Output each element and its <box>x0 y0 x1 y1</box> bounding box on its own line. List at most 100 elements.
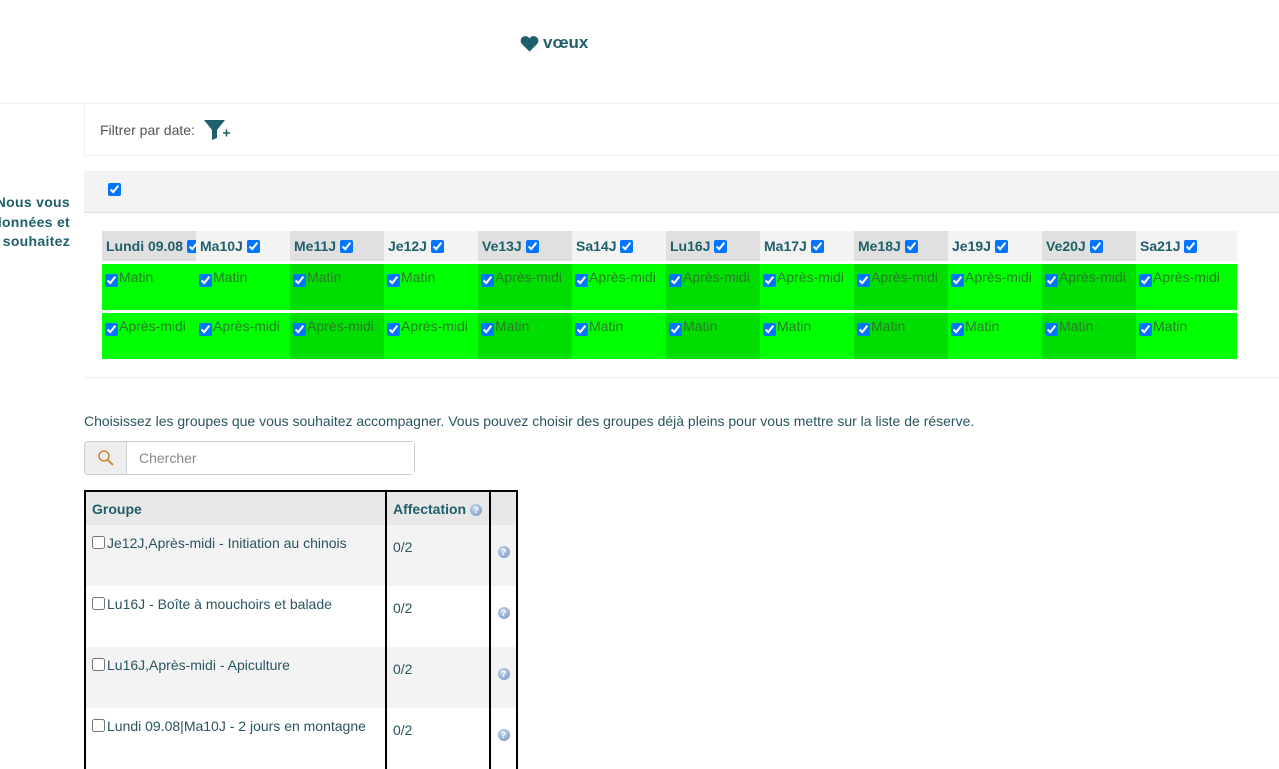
slot-checkbox[interactable] <box>669 274 682 287</box>
groups-description: Choisissez les groupes que vous souhaite… <box>84 413 975 429</box>
time-slot[interactable]: Matin <box>666 313 767 359</box>
help-icon[interactable]: ? <box>497 607 510 620</box>
time-slot[interactable]: Matin <box>196 264 297 310</box>
day-checkbox[interactable] <box>810 239 824 253</box>
group-cell: Lu16J,Après-midi - Apiculture <box>84 647 387 708</box>
group-cell: Lundi 09.08|Ma10J - 2 jours en montagne <box>84 708 387 769</box>
slot-checkbox[interactable] <box>481 323 494 336</box>
slot-checkbox[interactable] <box>669 323 682 336</box>
slot-checkbox[interactable] <box>575 323 588 336</box>
slot-checkbox[interactable] <box>1045 323 1058 336</box>
time-slot[interactable]: Matin <box>478 313 579 359</box>
day-checkbox[interactable] <box>714 239 728 253</box>
slot-checkbox[interactable] <box>105 323 118 336</box>
day-checkbox[interactable] <box>525 239 539 253</box>
help-icon[interactable]: ? <box>497 729 510 742</box>
time-slot[interactable]: Après-midi <box>666 264 767 310</box>
time-slot[interactable]: Matin <box>1136 313 1237 359</box>
column-header-affectation: Affectation ? <box>385 490 491 525</box>
day-label: Je19J <box>952 238 991 254</box>
help-icon[interactable]: ? <box>497 668 510 681</box>
day-checkbox[interactable] <box>1089 239 1103 253</box>
group-checkbox[interactable] <box>92 719 105 732</box>
filter-plus-icon[interactable] <box>203 119 233 144</box>
help-icon[interactable]: ? <box>497 546 510 559</box>
group-checkbox[interactable] <box>92 658 105 671</box>
time-slot[interactable]: Après-midi <box>948 264 1049 310</box>
slot-checkbox[interactable] <box>763 274 776 287</box>
slot-label: Matin <box>871 318 906 334</box>
time-slot[interactable]: Matin <box>102 264 203 310</box>
time-slot[interactable]: Matin <box>760 313 861 359</box>
time-slot[interactable]: Après-midi <box>196 313 297 359</box>
day-checkbox[interactable] <box>904 239 918 253</box>
time-slot[interactable]: Matin <box>384 264 485 310</box>
slot-checkbox[interactable] <box>105 274 118 287</box>
day-checkbox[interactable] <box>620 239 634 253</box>
search-icon[interactable] <box>85 442 127 474</box>
page-title: vœux <box>520 33 588 53</box>
select-all-checkbox[interactable] <box>108 183 121 196</box>
group-checkbox[interactable] <box>92 536 105 549</box>
day-column: Sa14J Après-midi Matin <box>572 231 673 359</box>
search-input[interactable] <box>127 442 414 474</box>
day-header: Me18J <box>854 231 955 261</box>
time-slot[interactable]: Matin <box>948 313 1049 359</box>
time-slot[interactable]: Matin <box>572 313 673 359</box>
info-cell: ? <box>489 647 518 708</box>
time-slot[interactable]: Après-midi <box>854 264 955 310</box>
time-slot[interactable]: Matin <box>854 313 955 359</box>
time-slot[interactable]: Matin <box>1042 313 1143 359</box>
day-checkbox[interactable] <box>340 239 354 253</box>
group-name: Lu16J - Boîte à mouchoirs et balade <box>107 596 332 612</box>
slot-checkbox[interactable] <box>763 323 776 336</box>
slot-checkbox[interactable] <box>199 274 212 287</box>
time-slot[interactable]: Après-midi <box>102 313 203 359</box>
day-checkbox[interactable] <box>1184 239 1198 253</box>
time-slot[interactable]: Après-midi <box>478 264 579 310</box>
day-column: Me18J Après-midi Matin <box>854 231 955 359</box>
day-checkbox[interactable] <box>994 239 1008 253</box>
slot-checkbox[interactable] <box>1139 323 1152 336</box>
slot-checkbox[interactable] <box>1045 274 1058 287</box>
slot-checkbox[interactable] <box>481 274 494 287</box>
time-slot[interactable]: Après-midi <box>760 264 861 310</box>
slot-checkbox[interactable] <box>857 323 870 336</box>
slot-label: Matin <box>777 318 812 334</box>
affectation-cell: 0/2 <box>385 647 491 708</box>
slot-checkbox[interactable] <box>387 274 400 287</box>
slot-checkbox[interactable] <box>951 323 964 336</box>
day-column: Me11J Matin Après-midi <box>290 231 391 359</box>
slot-label: Après-midi <box>495 269 562 285</box>
slot-checkbox[interactable] <box>199 323 212 336</box>
slot-checkbox[interactable] <box>575 274 588 287</box>
time-slot[interactable]: Après-midi <box>384 313 485 359</box>
slot-checkbox[interactable] <box>857 274 870 287</box>
group-name: Lu16J,Après-midi - Apiculture <box>107 657 290 673</box>
slot-label: Matin <box>119 269 154 285</box>
slot-checkbox[interactable] <box>951 274 964 287</box>
time-slot[interactable]: Après-midi <box>1042 264 1143 310</box>
slot-label: Matin <box>1153 318 1188 334</box>
time-slot[interactable]: Matin <box>290 264 391 310</box>
slot-checkbox[interactable] <box>293 274 306 287</box>
time-slot[interactable]: Après-midi <box>572 264 673 310</box>
group-checkbox[interactable] <box>92 597 105 610</box>
help-icon[interactable]: ? <box>470 503 483 516</box>
day-column: Ve20J Après-midi Matin <box>1042 231 1143 359</box>
slot-label: Après-midi <box>589 269 656 285</box>
side-text-line: données et <box>0 213 70 230</box>
slot-checkbox[interactable] <box>1139 274 1152 287</box>
day-column: Ma17J Après-midi Matin <box>760 231 861 359</box>
slot-checkbox[interactable] <box>387 323 400 336</box>
time-slot[interactable]: Après-midi <box>1136 264 1237 310</box>
column-header-info <box>489 490 518 525</box>
day-checkbox[interactable] <box>430 239 444 253</box>
slot-checkbox[interactable] <box>293 323 306 336</box>
time-slot[interactable]: Après-midi <box>290 313 391 359</box>
date-filter-row: Filtrer par date: <box>84 104 1279 156</box>
day-checkbox[interactable] <box>246 239 260 253</box>
slot-label: Après-midi <box>213 318 280 334</box>
day-column: Je19J Après-midi Matin <box>948 231 1049 359</box>
day-header: Ma17J <box>760 231 861 261</box>
